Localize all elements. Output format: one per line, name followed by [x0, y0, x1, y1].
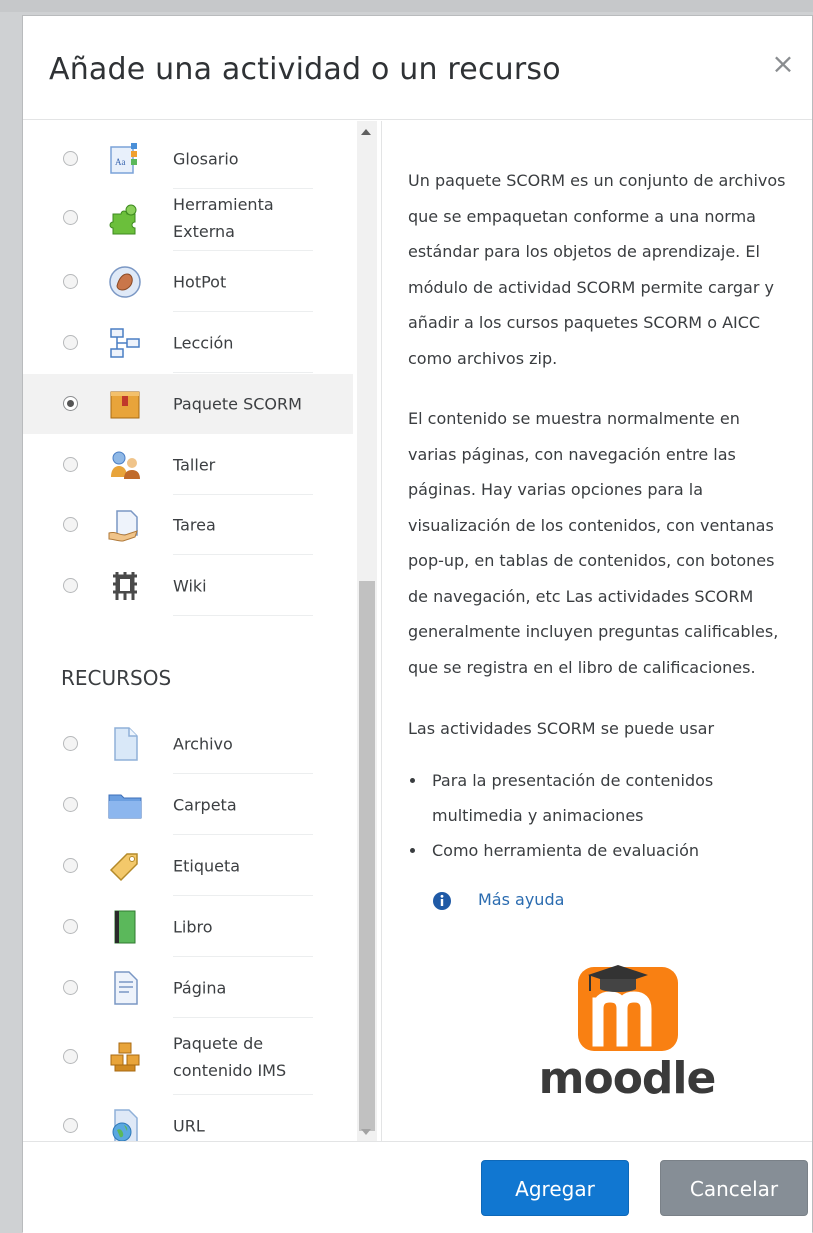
radio-button[interactable]: [63, 1118, 78, 1133]
radio-button[interactable]: [63, 210, 78, 225]
assignment-icon: [108, 510, 138, 542]
list-item-label: Tarea: [173, 515, 216, 535]
puzzle-icon: [109, 204, 137, 235]
list-item-label: Carpeta: [173, 795, 237, 815]
list-item: Para la presentación de contenidos multi…: [408, 763, 788, 833]
list-item-label: HotPot: [173, 272, 227, 292]
list-item-hotpot[interactable]: HotPot: [23, 252, 353, 312]
list-item-archivo[interactable]: Archivo: [23, 714, 353, 774]
list-item-paquete-scorm[interactable]: Paquete SCORM: [23, 374, 353, 434]
description-pane: Un paquete SCORM es un conjunto de archi…: [381, 121, 813, 1141]
add-activity-dialog: Añade una actividad o un recurso × Aa Gl…: [22, 15, 813, 1233]
description-paragraph: El contenido se muestra normalmente en v…: [408, 409, 779, 677]
list-item-taller[interactable]: Taller: [23, 435, 353, 495]
list-item-label: URL: [173, 1116, 205, 1136]
scorm-package-icon: [110, 391, 140, 419]
radio-button[interactable]: [63, 274, 78, 289]
list-item-label: Taller: [173, 455, 216, 475]
folder-icon: [108, 794, 142, 819]
list-item-carpeta[interactable]: Carpeta: [23, 775, 353, 835]
page-backdrop: [0, 0, 813, 12]
list-item-label: Paquete de contenido IMS: [173, 1034, 287, 1080]
radio-button[interactable]: [63, 151, 78, 166]
radio-button[interactable]: [63, 457, 78, 472]
scroll-up-arrow-icon[interactable]: [361, 129, 371, 135]
dialog-footer: Agregar Cancelar: [23, 1141, 812, 1233]
book-icon: [114, 910, 136, 944]
list-item-label: Wiki: [173, 576, 207, 596]
section-heading-resources: RECURSOS: [61, 666, 172, 690]
description-paragraph: Las actividades SCORM se puede usar: [408, 719, 715, 738]
wiki-icon: [113, 572, 137, 600]
description-paragraph: Un paquete SCORM es un conjunto de archi…: [408, 171, 786, 368]
lesson-icon: [110, 328, 140, 358]
list-item-label: Página: [173, 978, 227, 998]
dialog-title: Añade una actividad o un recurso: [49, 52, 561, 87]
moodle-logo-icon: [578, 965, 678, 1051]
glossary-icon: Aa: [110, 143, 137, 174]
radio-button[interactable]: [63, 517, 78, 532]
hotpot-icon: [109, 266, 141, 298]
scrollbar-thumb[interactable]: [359, 581, 375, 1131]
close-button[interactable]: ×: [768, 50, 798, 80]
list-item-label: Glosario: [173, 149, 239, 169]
workshop-icon: [111, 451, 140, 479]
radio-button[interactable]: [63, 335, 78, 350]
page-icon: [114, 971, 138, 1005]
file-icon: [114, 727, 138, 761]
list-item-label: Herramienta Externa: [173, 195, 274, 241]
list-item-glosario[interactable]: Aa Glosario: [23, 129, 353, 189]
cancel-button[interactable]: Cancelar: [660, 1160, 808, 1216]
add-button[interactable]: Agregar: [481, 1160, 629, 1216]
url-globe-icon: [112, 1109, 138, 1141]
list-item-libro[interactable]: Libro: [23, 897, 353, 957]
list-item-label: Lección: [173, 333, 234, 353]
list-item-leccion[interactable]: Lección: [23, 313, 353, 373]
moodle-logo: moodle: [532, 953, 722, 1113]
scroll-down-arrow-icon[interactable]: [361, 1129, 371, 1135]
module-list: Aa Glosario Herramienta Externa HotPot L…: [23, 121, 379, 1141]
list-item-label: Paquete SCORM: [173, 394, 302, 414]
svg-text:Aa: Aa: [115, 157, 126, 167]
list-item: Como herramienta de evaluación: [408, 833, 788, 868]
list-item-herramienta-externa[interactable]: Herramienta Externa: [23, 185, 353, 251]
list-item-paquete-ims[interactable]: Paquete de contenido IMS: [23, 1019, 353, 1095]
radio-button[interactable]: [63, 858, 78, 873]
radio-button[interactable]: [63, 797, 78, 812]
radio-button[interactable]: [63, 1049, 78, 1064]
radio-button[interactable]: [63, 578, 78, 593]
list-item-label: Libro: [173, 917, 213, 937]
more-help-text[interactable]: Más ayuda: [478, 890, 564, 909]
list-item-label: Archivo: [173, 734, 233, 754]
list-item-url[interactable]: URL: [23, 1096, 353, 1141]
info-icon: [433, 892, 451, 910]
list-item-pagina[interactable]: Página: [23, 958, 353, 1018]
radio-button[interactable]: [63, 919, 78, 934]
dialog-header: Añade una actividad o un recurso ×: [23, 16, 812, 120]
list-item-label: Etiqueta: [173, 856, 241, 876]
radio-button[interactable]: [63, 736, 78, 751]
description-bullet-list: Para la presentación de contenidos multi…: [408, 763, 788, 868]
radio-button[interactable]: [63, 980, 78, 995]
radio-button-selected[interactable]: [63, 396, 78, 411]
list-item-wiki[interactable]: Wiki: [23, 556, 353, 616]
list-item-tarea[interactable]: Tarea: [23, 495, 353, 555]
list-item-etiqueta[interactable]: Etiqueta: [23, 836, 353, 896]
ims-package-icon: [110, 1042, 140, 1072]
label-tag-icon: [109, 853, 138, 882]
moodle-wordmark: moodle: [538, 1053, 717, 1104]
list-scrollbar[interactable]: [357, 121, 377, 1141]
